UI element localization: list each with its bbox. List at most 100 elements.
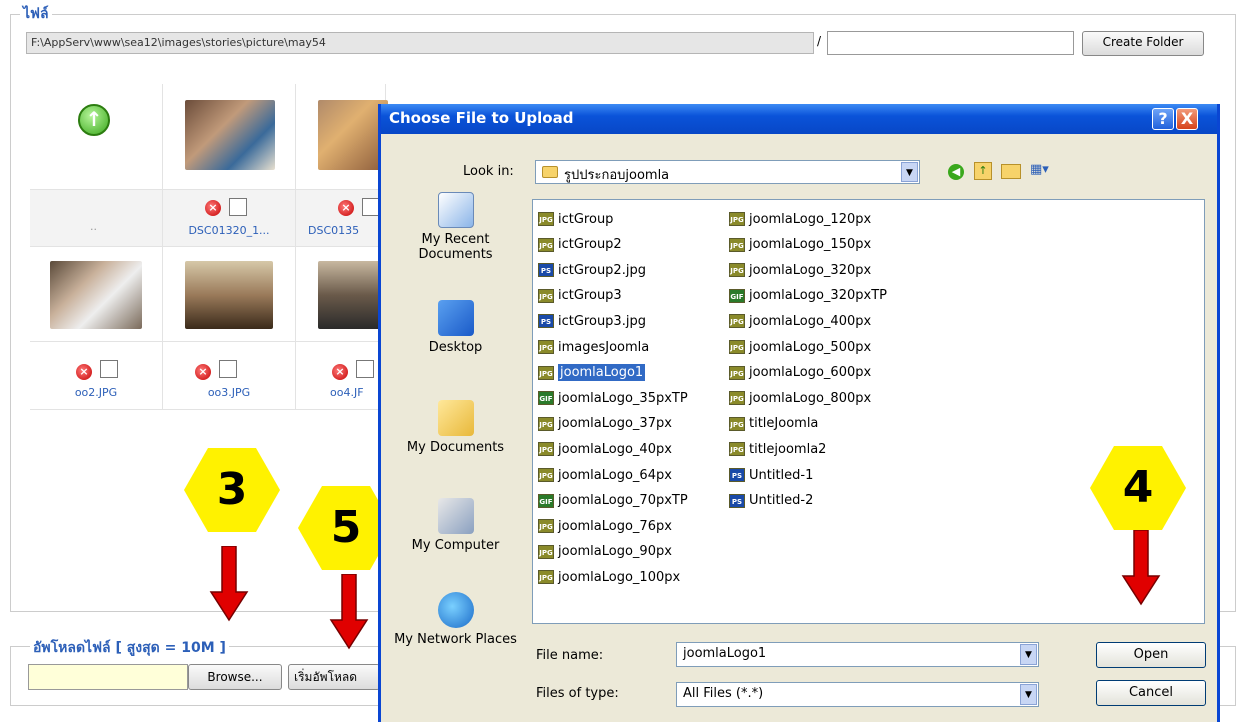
grid-cell-up[interactable]: ↑	[30, 84, 163, 190]
file-list-item[interactable]: JPG joomlaLogo_64px	[538, 464, 672, 486]
file-list-item[interactable]: JPG joomlaLogo_37px	[538, 413, 672, 435]
file-list-item[interactable]: JPG ictGroup3	[538, 285, 622, 307]
grid-cell-photo-2[interactable]	[296, 84, 388, 190]
place-my-documents[interactable]: My Documents	[388, 400, 523, 455]
place-my-network-places[interactable]: My Network Places	[388, 592, 523, 647]
current-path: F:\AppServ\www\sea12\images\stories\pict…	[26, 32, 814, 54]
file-list-item[interactable]: PS Untitled-1	[729, 464, 813, 486]
file-list-item-label: joomlaLogo_64px	[558, 467, 672, 483]
file-name[interactable]: oo4.JF	[296, 386, 386, 399]
delete-icon[interactable]: ×	[76, 364, 92, 380]
select-checkbox[interactable]	[229, 198, 247, 216]
file-list-item[interactable]: JPG joomlaLogo_40px	[538, 438, 672, 460]
file-list-item[interactable]: JPG joomlaLogo_90px	[538, 541, 672, 563]
delete-icon[interactable]: ×	[205, 200, 221, 216]
arrow-down-icon	[329, 574, 369, 650]
jpg-file-icon: JPG	[538, 570, 554, 585]
grid-cell-photo-4[interactable]	[163, 247, 296, 342]
upload-legend: อัพโหลดไฟล์ [ สูงสุด = 10M ]	[30, 637, 229, 659]
file-list-item[interactable]: GIF joomlaLogo_320pxTP	[729, 285, 887, 307]
file-list-item[interactable]: JPG joomlaLogo_100px	[538, 566, 680, 588]
arrow-down-icon	[1121, 530, 1161, 606]
grid-cell-photo-5[interactable]	[296, 247, 388, 342]
up-folder-icon[interactable]: ↑	[974, 162, 992, 180]
dialog-title-bar[interactable]: Choose File to Upload ? X	[381, 104, 1217, 134]
jpg-file-icon: JPG	[729, 314, 745, 329]
file-list-item[interactable]: PS Untitled-2	[729, 490, 813, 512]
open-button[interactable]: Open	[1096, 642, 1206, 668]
chevron-down-icon[interactable]: ▼	[901, 162, 918, 182]
file-list-item[interactable]: JPG joomlaLogo_400px	[729, 310, 871, 332]
file-list-item-label: ictGroup2.jpg	[558, 262, 646, 278]
file-list-item[interactable]: JPG joomlaLogo_600px	[729, 362, 871, 384]
file-name[interactable]: DSC0135	[294, 224, 384, 237]
file-list-item[interactable]: JPG joomlaLogo_800px	[729, 387, 871, 409]
file-list[interactable]: JPG ictGroup JPG ictGroup2 PS ictGroup2.jpg JP…	[532, 199, 1205, 624]
view-menu-icon[interactable]: ▦▾	[1030, 162, 1058, 180]
file-list-item[interactable]: JPG joomlaLogo_500px	[729, 336, 871, 358]
file-list-item[interactable]: JPG joomlaLogo_150px	[729, 234, 871, 256]
delete-icon[interactable]: ×	[195, 364, 211, 380]
select-checkbox[interactable]	[100, 360, 118, 378]
start-upload-button[interactable]: เริ่มอัพโหลด	[288, 664, 380, 690]
file-list-item[interactable]: JPG joomlaLogo1	[538, 362, 646, 384]
file-list-item[interactable]: PS ictGroup2.jpg	[538, 259, 646, 281]
jpg-file-icon: JPG	[729, 237, 745, 252]
new-folder-input[interactable]	[827, 31, 1074, 55]
photo-thumbnail[interactable]	[185, 261, 273, 329]
file-list-item[interactable]: GIF joomlaLogo_70pxTP	[538, 490, 688, 512]
upload-file-input[interactable]	[28, 664, 188, 690]
grid-cell-photo-1[interactable]	[163, 84, 296, 190]
delete-icon[interactable]: ×	[332, 364, 348, 380]
files-of-type-dropdown[interactable]: All Files (*.*) ▼	[676, 682, 1039, 707]
place-label: My Computer	[411, 538, 500, 553]
browse-button[interactable]: Browse...	[188, 664, 282, 690]
up-arrow-icon[interactable]: ↑	[78, 104, 110, 136]
file-name-value: joomlaLogo1	[683, 646, 767, 661]
delete-icon[interactable]: ×	[338, 200, 354, 216]
jpg-file-icon: JPG	[538, 519, 554, 534]
file-list-item[interactable]: JPG joomlaLogo_320px	[729, 259, 871, 281]
grid-cell-photo-3-label: × oo2.JPG	[30, 342, 163, 410]
file-list-item-label: imagesJoomla	[558, 339, 650, 355]
up-label: ..	[90, 220, 97, 233]
place-my-computer[interactable]: My Computer	[388, 498, 523, 553]
file-name[interactable]: DSC01320_1...	[169, 224, 289, 237]
photo-thumbnail[interactable]	[185, 100, 275, 170]
file-name[interactable]: oo2.JPG	[36, 386, 156, 399]
file-name[interactable]: oo3.JPG	[169, 386, 289, 399]
select-checkbox[interactable]	[356, 360, 374, 378]
file-list-item[interactable]: JPG imagesJoomla	[538, 336, 649, 358]
back-icon[interactable]: ◀	[948, 164, 964, 180]
file-list-item[interactable]: JPG ictGroup	[538, 208, 613, 230]
file-list-item-label: titleJoomla	[749, 416, 819, 432]
arrow-down-icon	[209, 546, 249, 622]
files-of-type-value: All Files (*.*)	[683, 686, 764, 701]
file-list-item[interactable]: JPG titlejoomla2	[729, 438, 826, 460]
recent-documents-icon	[437, 192, 474, 228]
file-name-input[interactable]: joomlaLogo1 ▼	[676, 642, 1039, 667]
place-desktop[interactable]: Desktop	[388, 300, 523, 355]
photo-thumbnail[interactable]	[50, 261, 142, 329]
file-list-item-label: joomlaLogo_37px	[558, 416, 672, 432]
look-in-dropdown[interactable]: รูปประกอบjoomla ▼	[535, 160, 920, 184]
file-list-item[interactable]: JPG titleJoomla	[729, 413, 818, 435]
file-list-item[interactable]: GIF joomlaLogo_35pxTP	[538, 387, 688, 409]
file-list-item[interactable]: JPG joomlaLogo_120px	[729, 208, 871, 230]
grid-cell-photo-3[interactable]	[30, 247, 163, 342]
files-legend: ไฟล์	[20, 3, 52, 25]
chevron-down-icon[interactable]: ▼	[1020, 684, 1037, 705]
jpg-file-icon: JPG	[538, 212, 554, 226]
place-recent-documents[interactable]: My Recent Documents	[388, 192, 523, 262]
new-folder-icon[interactable]	[1001, 164, 1021, 179]
chevron-down-icon[interactable]: ▼	[1020, 644, 1037, 665]
create-folder-button[interactable]: Create Folder	[1082, 31, 1204, 56]
file-list-item[interactable]: PS ictGroup3.jpg	[538, 310, 646, 332]
select-checkbox[interactable]	[219, 360, 237, 378]
file-list-item[interactable]: JPG ictGroup2	[538, 234, 622, 256]
cancel-button[interactable]: Cancel	[1096, 680, 1206, 706]
places-bar: My Recent Documents Desktop My Documents…	[388, 192, 523, 722]
close-button[interactable]: X	[1176, 108, 1198, 130]
file-list-item[interactable]: JPG joomlaLogo_76px	[538, 515, 672, 537]
help-button[interactable]: ?	[1152, 108, 1174, 130]
